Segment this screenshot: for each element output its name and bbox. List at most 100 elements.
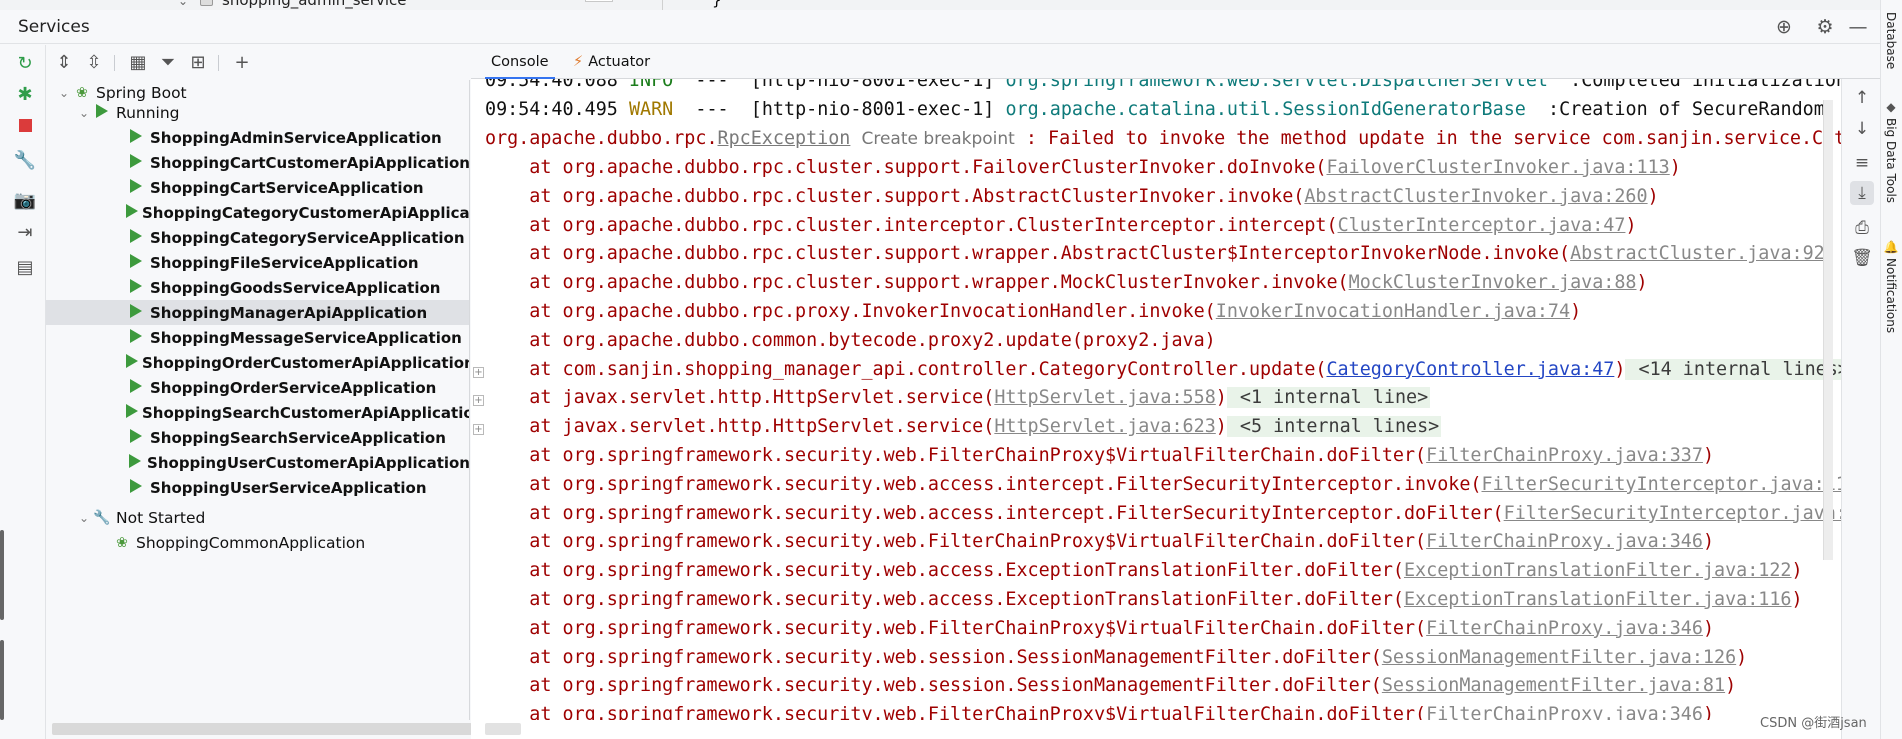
source-link[interactable]: InvokerInvocationHandler.java:74: [1216, 301, 1570, 322]
rerun-icon[interactable]: ↻: [13, 51, 37, 75]
stop-icon[interactable]: [13, 113, 37, 137]
run-icon: [126, 353, 138, 372]
source-link[interactable]: SessionManagementFilter.java:126: [1382, 647, 1736, 668]
console-horizontal-scrollbar[interactable]: [485, 720, 1823, 739]
layout-icon[interactable]: ▤: [13, 255, 37, 279]
code-brace: }: [712, 0, 722, 9]
services-tree: ⌄ ❀ Spring Boot ⌄ Running ShoppingAdminS…: [46, 80, 470, 720]
source-link[interactable]: MockClusterInvoker.java:88: [1349, 272, 1637, 293]
group-by-icon[interactable]: ▦: [126, 50, 150, 74]
tree-item-running-app[interactable]: ShoppingSearchServiceApplication: [46, 425, 469, 450]
fold-toggle-icon[interactable]: +: [473, 395, 484, 406]
stack-frame-line: at org.springframework.security.web.acce…: [485, 470, 1841, 499]
tree-item-label: ShoppingUserCustomerApiApplication: [147, 453, 470, 472]
source-link[interactable]: SessionManagementFilter.java:81: [1382, 675, 1725, 696]
collapse-all-icon[interactable]: ⇳: [82, 50, 106, 74]
tree-horizontal-scrollbar[interactable]: [46, 720, 472, 739]
tree-item-running-app[interactable]: ShoppingAdminServiceApplication: [46, 125, 469, 150]
filter-icon[interactable]: ⏷: [156, 50, 180, 74]
source-link[interactable]: ExceptionTranslationFilter.java:122: [1404, 560, 1792, 581]
trash-icon[interactable]: 🗑: [1850, 246, 1874, 270]
new-tab-icon[interactable]: ⊞: [186, 50, 210, 74]
source-link[interactable]: FailoverClusterInvoker.java:113: [1326, 157, 1669, 178]
chevron-down-icon[interactable]: ⌄: [56, 86, 72, 100]
notifications-tool[interactable]: Notifications: [1884, 258, 1898, 333]
gear-icon[interactable]: ⚙: [1813, 15, 1837, 39]
internal-lines-fold[interactable]: <14 internal lines>: [1625, 358, 1841, 380]
target-icon[interactable]: ⊕: [1772, 15, 1796, 39]
tree-group-label: Not Started: [116, 508, 206, 527]
tree-item-shopping-common[interactable]: ❀ ShoppingCommonApplication: [46, 530, 469, 555]
exception-class-link[interactable]: RpcException: [718, 128, 851, 149]
scroll-to-end-icon[interactable]: ⤓: [1850, 181, 1874, 205]
tree-item-running-app[interactable]: ShoppingManagerApiApplication: [46, 300, 469, 325]
tree-item-running-app[interactable]: ShoppingCategoryCustomerApiApplication: [46, 200, 469, 225]
arrow-down-icon[interactable]: ↓: [1850, 117, 1874, 141]
source-link[interactable]: HttpServlet.java:558: [994, 387, 1215, 408]
run-icon: [126, 403, 138, 422]
spring-boot-icon: ❀: [116, 534, 128, 551]
tree-item-label: ShoppingOrderCustomerApiApplication: [142, 353, 470, 372]
source-link[interactable]: AbstractCluster.java:92: [1570, 243, 1825, 264]
debug-icon[interactable]: ✱: [13, 82, 37, 106]
tree-item-label: ShoppingSearchServiceApplication: [150, 428, 446, 447]
import-icon[interactable]: ⇥: [13, 220, 37, 244]
tree-group-running[interactable]: ⌄ Running: [46, 100, 469, 125]
soft-wrap-icon[interactable]: ≡: [1850, 151, 1874, 175]
console-gutter: + + +: [471, 79, 485, 739]
create-breakpoint-link[interactable]: Create breakpoint: [861, 129, 1014, 149]
source-link[interactable]: HttpServlet.java:623: [994, 416, 1215, 437]
source-link[interactable]: FilterSecurityInterceptor.java:11: [1482, 474, 1842, 495]
log-line: 09:54:40.495 WARN --- [http-nio-8001-exe…: [485, 99, 1825, 120]
tree-item-running-app[interactable]: ShoppingOrderCustomerApiApplication: [46, 350, 470, 375]
run-icon: [126, 428, 146, 447]
arrow-up-icon[interactable]: ↑: [1850, 86, 1874, 110]
source-link[interactable]: CategoryController.java:47: [1326, 359, 1614, 380]
expand-all-icon[interactable]: ⇕: [52, 50, 76, 74]
source-link[interactable]: FilterChainProxy.java:346: [1426, 618, 1703, 639]
console-output[interactable]: + + + 09:54:40.088 INFO --- [http-nio-80…: [471, 79, 1841, 739]
minimize-icon[interactable]: —: [1846, 15, 1870, 39]
fold-toggle-icon[interactable]: +: [473, 424, 484, 435]
tree-item-running-app[interactable]: ShoppingUserCustomerApiApplication: [46, 450, 470, 475]
source-link[interactable]: AbstractClusterInvoker.java:260: [1304, 186, 1647, 207]
tree-item-running-app[interactable]: ShoppingUserServiceApplication: [46, 475, 469, 500]
run-icon: [126, 303, 146, 322]
fold-toggle-icon[interactable]: +: [473, 367, 484, 378]
internal-lines-fold[interactable]: <5 internal lines>: [1226, 416, 1442, 438]
chevron-down-icon[interactable]: ⌄: [178, 0, 188, 8]
tree-group-not-started[interactable]: ⌄ 🔧 Not Started: [46, 505, 469, 530]
tree-item-running-app[interactable]: ShoppingOrderServiceApplication: [46, 375, 469, 400]
print-icon[interactable]: ⎙: [1850, 216, 1874, 240]
tree-item-running-app[interactable]: ShoppingSearchCustomerApiApplication: [46, 400, 469, 425]
source-link[interactable]: FilterSecurityInterceptor.java:: [1504, 503, 1841, 524]
source-link[interactable]: FilterChainProxy.java:346: [1426, 531, 1703, 552]
stack-frame-line: at org.springframework.security.web.Filt…: [485, 445, 1715, 466]
tree-item-running-app[interactable]: ShoppingGoodsServiceApplication: [46, 275, 469, 300]
wrench-icon[interactable]: 🔧: [13, 148, 37, 172]
stack-frame-line: at org.springframework.security.web.Filt…: [485, 617, 1715, 639]
tree-item-running-app[interactable]: ShoppingCartServiceApplication: [46, 175, 469, 200]
console-vertical-scrollbar[interactable]: [1823, 100, 1833, 560]
internal-lines-fold[interactable]: <1 internal line>: [1226, 387, 1431, 409]
database-tool[interactable]: Database: [1884, 12, 1898, 69]
chevron-down-icon[interactable]: ⌄: [76, 106, 92, 120]
camera-icon[interactable]: 📷: [13, 188, 37, 212]
tree-item-running-app[interactable]: ShoppingMessageServiceApplication: [46, 325, 469, 350]
tree-item-label: ShoppingAdminServiceApplication: [150, 128, 442, 147]
stack-frame-line: at org.springframework.security.web.Filt…: [485, 531, 1715, 553]
source-link[interactable]: ExceptionTranslationFilter.java:116: [1404, 589, 1792, 610]
source-link[interactable]: ClusterInterceptor.java:47: [1338, 215, 1626, 236]
tree-group-label: Running: [116, 103, 180, 122]
chevron-down-icon[interactable]: ⌄: [76, 511, 92, 525]
tree-item-running-app[interactable]: ShoppingCategoryServiceApplication: [46, 225, 469, 250]
run-icon: [126, 378, 146, 397]
tab-actuator[interactable]: ⚡ Actuator: [567, 45, 656, 79]
tab-console[interactable]: Console: [485, 45, 555, 80]
log-line: 09:54:40.088 INFO --- [http-nio-8001-exe…: [485, 79, 1841, 91]
tree-item-running-app[interactable]: ShoppingCartCustomerApiApplication: [46, 150, 469, 175]
tree-item-running-app[interactable]: ShoppingFileServiceApplication: [46, 250, 469, 275]
source-link[interactable]: FilterChainProxy.java:337: [1426, 445, 1703, 466]
add-icon[interactable]: +: [230, 50, 254, 74]
big-data-tools[interactable]: Big Data Tools: [1884, 118, 1898, 203]
